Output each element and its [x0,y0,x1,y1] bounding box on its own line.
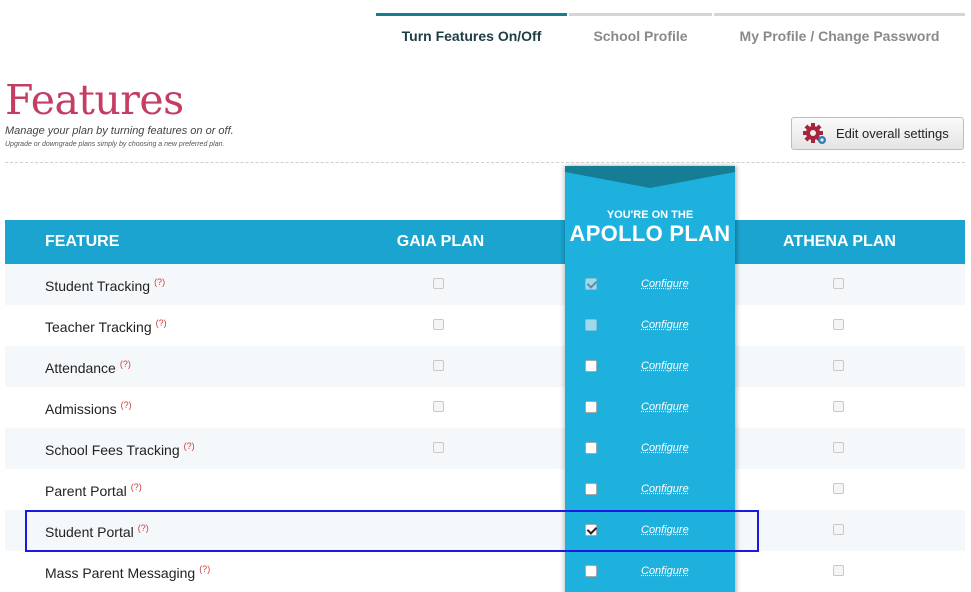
apollo-checkbox[interactable] [585,401,597,413]
table-row: Attendance (?) [5,346,965,387]
apollo-checkbox[interactable] [585,565,597,577]
table-header: FEATURE GAIA PLAN ATHENA PLAN [5,220,965,264]
apollo-row: Configure [565,551,735,592]
features-table: FEATURE GAIA PLAN ATHENA PLAN Student Tr… [5,220,965,592]
configure-link[interactable]: Configure [641,483,689,495]
table-row: Teacher Tracking (?) [5,305,965,346]
apollo-row: Configure [565,387,735,428]
edit-overall-settings-label: Edit overall settings [836,126,949,141]
feature-name: Student Portal (?) [45,523,149,540]
gear-icon [802,121,828,147]
feature-label: Student Portal [45,524,134,540]
help-icon[interactable]: (?) [121,400,132,410]
apollo-plan-title: APOLLO PLAN [569,221,731,246]
apollo-row: Configure [565,346,735,387]
apollo-ribbon-notch [565,166,735,188]
help-icon[interactable]: (?) [120,359,131,369]
configure-link[interactable]: Configure [641,442,689,454]
gaia-checkbox[interactable] [433,401,444,412]
gaia-checkbox[interactable] [433,442,444,453]
table-row: Admissions (?) [5,387,965,428]
feature-label: Mass Parent Messaging [45,565,196,581]
table-row: Mass Parent Messaging (?) [5,551,965,592]
table-row: Student Portal (?) [5,510,965,551]
apollo-checkbox[interactable] [585,278,597,290]
tab-school-profile[interactable]: School Profile [569,13,712,47]
feature-name: Admissions (?) [45,400,132,417]
page-title: Features [5,76,184,124]
athena-checkbox[interactable] [833,565,844,576]
help-icon[interactable]: (?) [184,441,195,451]
page-note: Upgrade or downgrade plans simply by cho… [5,141,225,148]
apollo-current-label: YOU'RE ON THE [606,209,694,221]
tab-turn-features[interactable]: Turn Features On/Off [376,13,567,47]
feature-label: Student Tracking [45,278,151,294]
help-icon[interactable]: (?) [154,277,165,287]
help-icon[interactable]: (?) [199,564,210,574]
apollo-row: Configure [565,305,735,346]
apollo-checkbox[interactable] [585,360,597,372]
table-row: School Fees Tracking (?) [5,428,965,469]
apollo-checkbox[interactable] [585,319,597,331]
column-header-gaia[interactable]: GAIA PLAN [338,220,543,264]
athena-checkbox[interactable] [833,319,844,330]
configure-link[interactable]: Configure [641,401,689,413]
configure-link[interactable]: Configure [641,278,689,290]
athena-checkbox[interactable] [833,278,844,289]
header-divider [5,162,965,163]
athena-checkbox[interactable] [833,483,844,494]
feature-label: Teacher Tracking [45,319,152,335]
feature-label: Parent Portal [45,483,127,499]
feature-name: Teacher Tracking (?) [45,318,167,335]
athena-checkbox[interactable] [833,401,844,412]
apollo-row: Configure [565,264,735,305]
feature-label: School Fees Tracking [45,442,180,458]
tab-my-profile[interactable]: My Profile / Change Password [714,13,965,47]
gaia-checkbox[interactable] [433,278,444,289]
help-icon[interactable]: (?) [131,482,142,492]
configure-link[interactable]: Configure [641,565,689,577]
table-body: Student Tracking (?) Teacher Tracking (?) At… [5,264,965,592]
athena-checkbox[interactable] [833,442,844,453]
feature-label: Attendance [45,360,116,376]
configure-link[interactable]: Configure [641,360,689,372]
apollo-checkbox[interactable] [585,483,597,495]
table-row: Student Tracking (?) [5,264,965,305]
feature-name: School Fees Tracking (?) [45,441,195,458]
edit-overall-settings-button[interactable]: Edit overall settings [791,117,964,150]
apollo-checkbox[interactable] [585,524,597,536]
feature-name: Attendance (?) [45,359,131,376]
athena-checkbox[interactable] [833,524,844,535]
apollo-row: Configure [565,510,735,551]
feature-name: Mass Parent Messaging (?) [45,564,210,581]
column-header-athena[interactable]: ATHENA PLAN [757,220,922,264]
configure-link[interactable]: Configure [641,524,689,536]
help-icon[interactable]: (?) [138,523,149,533]
configure-link[interactable]: Configure [641,319,689,331]
feature-label: Admissions [45,401,117,417]
column-header-feature: FEATURE [45,233,120,250]
apollo-row: Configure [565,469,735,510]
page-subtitle: Manage your plan by turning features on … [5,125,234,137]
apollo-plan-column: YOU'RE ON THE APOLLO PLAN Configure Confi… [565,166,735,592]
gaia-checkbox[interactable] [433,319,444,330]
gaia-checkbox[interactable] [433,360,444,371]
feature-name: Student Tracking (?) [45,277,165,294]
athena-checkbox[interactable] [833,360,844,371]
apollo-row: Configure [565,428,735,469]
feature-name: Parent Portal (?) [45,482,142,499]
apollo-checkbox[interactable] [585,442,597,454]
help-icon[interactable]: (?) [156,318,167,328]
table-row: Parent Portal (?) [5,469,965,510]
